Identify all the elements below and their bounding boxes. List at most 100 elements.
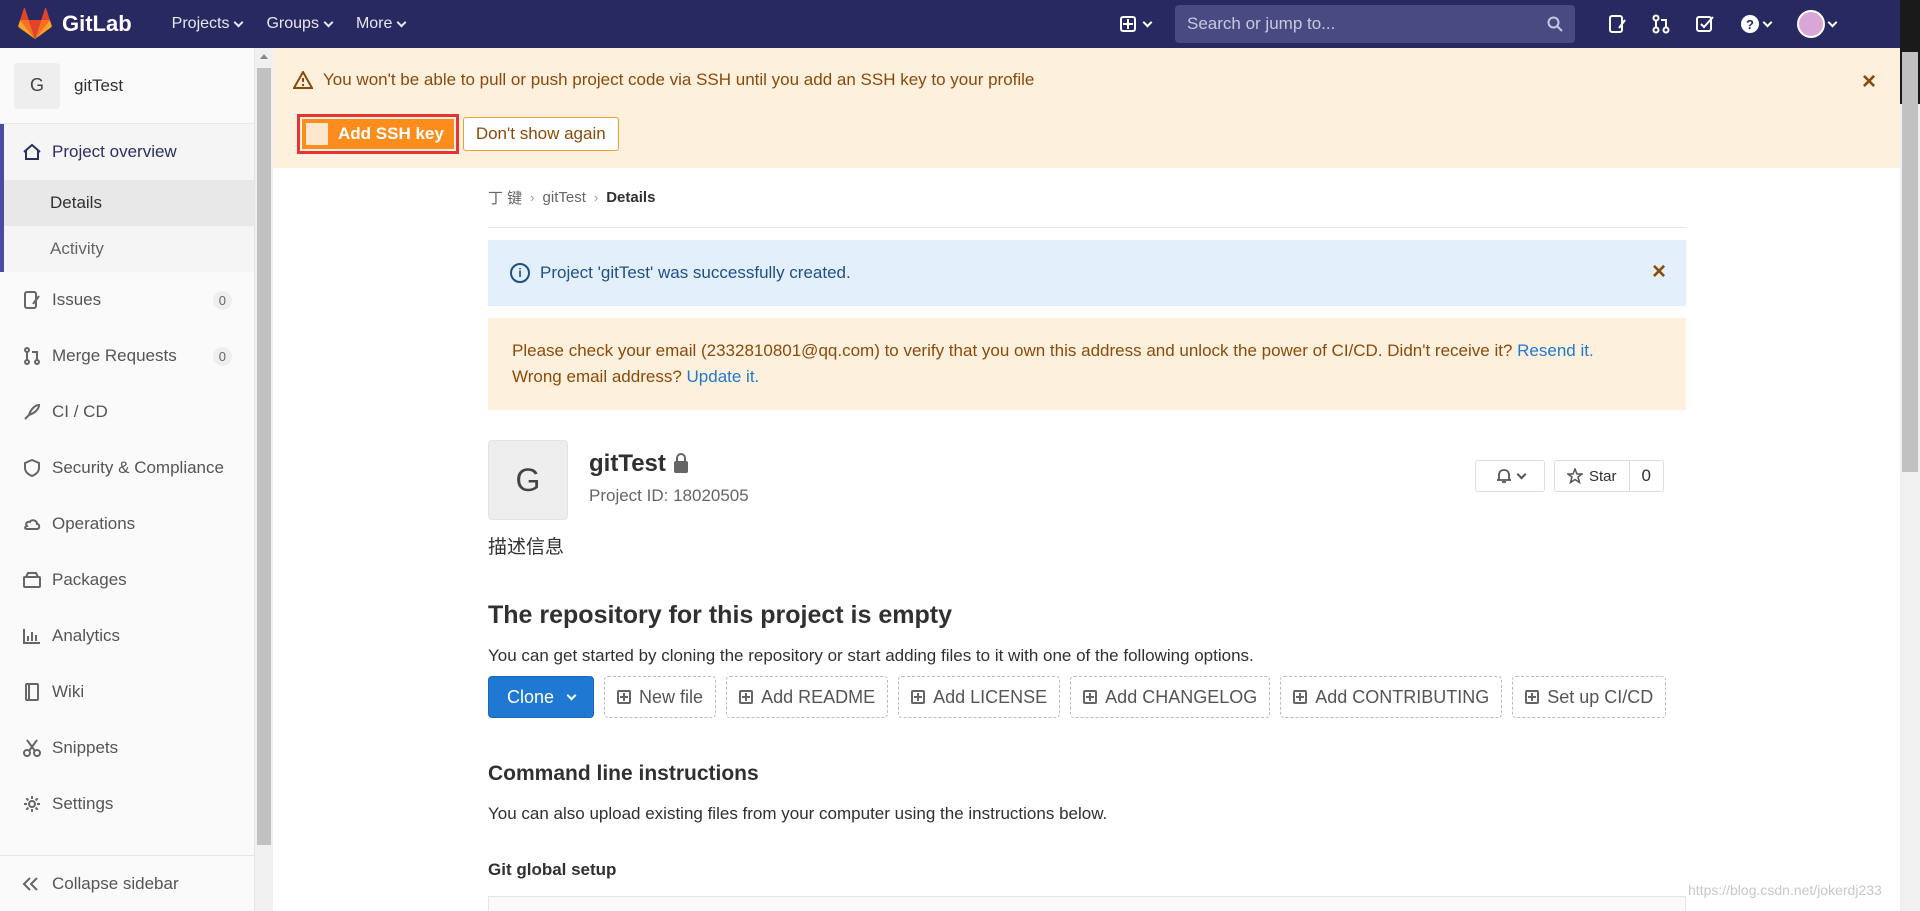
issues-icon — [22, 290, 42, 310]
search-box[interactable] — [1175, 5, 1575, 43]
dont-show-again-button[interactable]: Don't show again — [462, 117, 619, 151]
close-icon[interactable]: × — [1652, 258, 1666, 286]
merge-requests-nav-icon[interactable] — [1652, 14, 1670, 34]
plus-square-icon — [1293, 690, 1308, 704]
collapse-sidebar-button[interactable]: Collapse sidebar — [0, 855, 255, 911]
sidebar-item-label: Wiki — [52, 682, 85, 701]
info-alert-message: Project 'gitTest' was successfully creat… — [540, 263, 851, 282]
sidebar-item-operations[interactable]: Operations — [0, 496, 254, 552]
sidebar-scrollbar[interactable] — [255, 48, 273, 911]
watermark: https://blog.csdn.net/jokerdj233 — [1688, 882, 1882, 898]
home-icon — [23, 143, 41, 160]
update-email-link[interactable]: Update it. — [687, 367, 760, 386]
chevron-down-icon — [1827, 17, 1838, 27]
sidebar-scrollbar-thumb[interactable] — [257, 68, 271, 845]
user-menu[interactable] — [1797, 10, 1838, 38]
notification-dropdown[interactable] — [1475, 460, 1545, 492]
setup-ci-cd-button[interactable]: Set up CI/CD — [1512, 676, 1667, 718]
nav-more[interactable]: More — [344, 0, 417, 48]
empty-repo-subtext: You can get started by cloning the repos… — [488, 646, 1254, 665]
lock-icon — [673, 453, 688, 473]
cli-heading: Command line instructions — [488, 762, 759, 785]
project-avatar-large: G — [488, 440, 568, 520]
breadcrumb-project[interactable]: gitTest — [543, 189, 586, 206]
star-icon — [1567, 468, 1583, 484]
sidebar-item-label: Snippets — [52, 738, 119, 757]
chevron-down-icon — [1762, 17, 1773, 27]
sidebar-group-project-overview: Project overview Details Activity — [0, 124, 254, 272]
chevron-down-icon — [234, 17, 244, 27]
scroll-up-arrow-icon[interactable] — [260, 54, 268, 59]
star-count[interactable]: 0 — [1629, 460, 1664, 492]
resend-link[interactable]: Resend it. — [1517, 341, 1594, 360]
search-input[interactable] — [1187, 14, 1527, 34]
sidebar-item-label: Analytics — [52, 626, 121, 645]
ssh-alert-message: You won't be able to pull or push projec… — [323, 70, 1035, 89]
cloud-icon — [22, 514, 42, 534]
sidebar-item-label: CI / CD — [52, 402, 108, 421]
svg-text:?: ? — [1746, 17, 1754, 32]
nav-groups[interactable]: Groups — [254, 0, 343, 48]
sidebar-project-name: gitTest — [74, 75, 124, 95]
new-item-dropdown[interactable] — [1120, 16, 1153, 32]
nav-projects[interactable]: Projects — [160, 0, 255, 48]
nav-groups-label: Groups — [266, 15, 319, 32]
bell-icon — [1496, 469, 1511, 483]
sidebar-item-issues[interactable]: Issues 0 — [0, 272, 254, 328]
sidebar-subitem-details[interactable]: Details — [4, 180, 254, 226]
chevron-down-icon — [1142, 17, 1153, 27]
user-avatar — [1797, 10, 1825, 38]
issues-count-badge: 0 — [212, 290, 232, 310]
sidebar-item-label: Project overview — [52, 142, 177, 161]
email-alert-text-2: Wrong email address? — [512, 367, 682, 386]
clone-dropdown-button[interactable]: Clone — [488, 676, 595, 718]
new-file-button[interactable]: New file — [604, 676, 717, 718]
chart-icon — [22, 626, 42, 646]
sidebar-item-security-compliance[interactable]: Security & Compliance — [0, 440, 254, 496]
rocket-icon — [22, 402, 42, 422]
sidebar-item-settings[interactable]: Settings — [0, 776, 254, 832]
close-icon[interactable]: × — [1862, 68, 1876, 96]
button-label: Add CHANGELOG — [1105, 686, 1258, 707]
plus-square-icon — [1525, 690, 1540, 704]
add-readme-button[interactable]: Add README — [726, 676, 889, 718]
sidebar-item-snippets[interactable]: Snippets — [0, 720, 254, 776]
plus-square-icon — [739, 690, 754, 704]
button-label: Add README — [761, 686, 876, 707]
help-dropdown[interactable]: ? — [1740, 14, 1773, 34]
page-scrollbar-thumb[interactable] — [1902, 52, 1918, 472]
clone-label: Clone — [507, 686, 555, 707]
star-button[interactable]: Star — [1554, 460, 1630, 492]
sidebar-item-project-overview[interactable]: Project overview — [4, 124, 254, 180]
sidebar-item-label: Issues — [52, 290, 102, 309]
page-scrollbar[interactable] — [1900, 0, 1920, 911]
sidebar-item-wiki[interactable]: Wiki — [0, 664, 254, 720]
breadcrumb-current[interactable]: Details — [606, 189, 655, 206]
nav-more-label: More — [355, 15, 393, 32]
add-license-button[interactable]: Add LICENSE — [898, 676, 1061, 718]
scissors-icon — [22, 738, 42, 758]
sidebar-subitem-activity[interactable]: Activity — [4, 226, 254, 272]
breadcrumb: 丁 键 › gitTest › Details — [488, 168, 1686, 228]
breadcrumb-namespace[interactable]: 丁 键 — [488, 187, 522, 208]
project-sidebar: G gitTest Project overview Details Activ… — [0, 48, 255, 911]
add-changelog-button[interactable]: Add CHANGELOG — [1070, 676, 1271, 718]
sidebar-item-ci-cd[interactable]: CI / CD — [0, 384, 254, 440]
sidebar-project-header[interactable]: G gitTest — [0, 48, 254, 124]
button-label: New file — [639, 686, 704, 707]
help-icon: ? — [1741, 15, 1759, 33]
button-label: Add LICENSE — [933, 686, 1048, 707]
add-ssh-key-highlight: Add SSH key — [297, 114, 459, 154]
sidebar-item-label: Packages — [52, 570, 127, 589]
sidebar-item-merge-requests[interactable]: Merge Requests 0 — [0, 328, 254, 384]
add-contributing-button[interactable]: Add CONTRIBUTING — [1280, 676, 1503, 718]
issues-nav-icon[interactable] — [1608, 14, 1626, 34]
sidebar-item-packages[interactable]: Packages — [0, 552, 254, 608]
project-created-alert: i Project 'gitTest' was successfully cre… — [488, 240, 1686, 306]
gitlab-logo[interactable]: GitLab — [18, 8, 132, 40]
gear-icon — [22, 794, 42, 814]
todos-nav-icon[interactable] — [1696, 15, 1714, 33]
merge-request-icon — [22, 346, 42, 366]
sidebar-item-analytics[interactable]: Analytics — [0, 608, 254, 664]
add-ssh-key-button[interactable]: Add SSH key — [302, 119, 454, 149]
